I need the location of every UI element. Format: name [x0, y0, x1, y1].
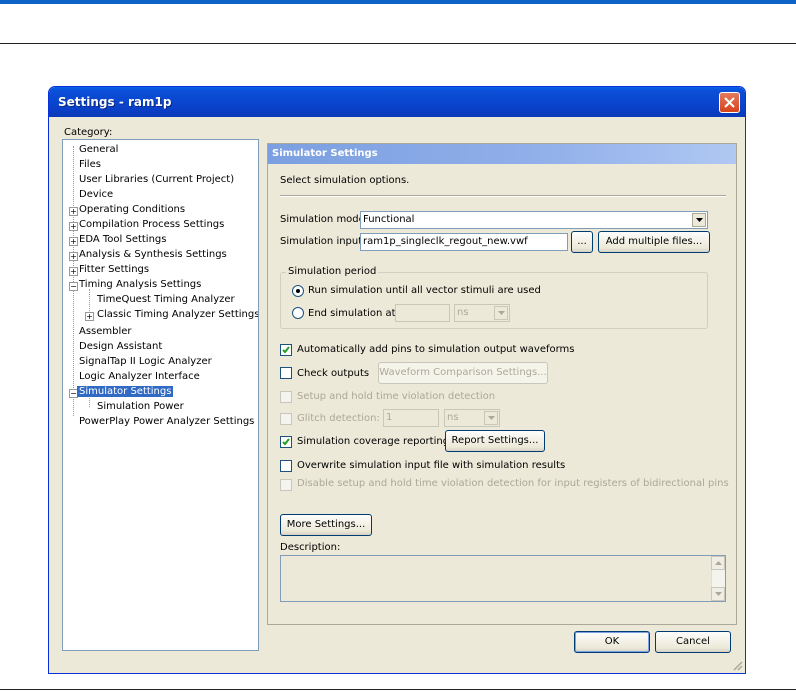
checkmark-icon: [282, 438, 290, 446]
sim-input-label: Simulation input:: [280, 236, 366, 247]
dropdown-arrow-icon: [484, 411, 498, 425]
coverage-reporting-label: Simulation coverage reporting: [297, 436, 450, 447]
setup-hold-label: Setup and hold time violation detection: [297, 391, 496, 402]
sim-mode-value: Functional: [363, 214, 415, 225]
tree-item-signaltap[interactable]: SignalTap II Logic Analyzer: [77, 355, 214, 369]
run-all-label: Run simulation until all vector stimuli …: [308, 285, 541, 296]
coverage-reporting-checkbox[interactable]: [280, 436, 292, 448]
run-all-radio[interactable]: [292, 285, 304, 297]
auto-add-pins-label: Automatically add pins to simulation out…: [297, 344, 575, 355]
auto-add-pins-checkbox[interactable]: [280, 344, 292, 356]
tree-item-assembler[interactable]: Assembler: [77, 325, 134, 339]
panel-header: Simulator Settings: [268, 144, 736, 164]
cancel-button[interactable]: Cancel: [655, 631, 731, 653]
tree-connector-line: [73, 146, 74, 416]
page-top-bar: [0, 0, 796, 4]
tree-item-logic-analyzer-interface[interactable]: Logic Analyzer Interface: [77, 370, 202, 384]
sim-mode-label: Simulation mode:: [280, 214, 369, 225]
page-divider-top: [0, 43, 796, 44]
browse-button[interactable]: ...: [571, 231, 593, 253]
close-icon: [724, 97, 735, 108]
waveform-comparison-button[interactable]: Waveform Comparison Settings...: [378, 362, 548, 384]
tree-item-user-libraries[interactable]: User Libraries (Current Project): [77, 173, 236, 187]
description-box: [280, 555, 726, 602]
window-title: Settings - ram1p: [58, 95, 172, 109]
tree-item-analysis-synthesis[interactable]: Analysis & Synthesis Settings: [77, 248, 229, 262]
sim-input-field[interactable]: ram1p_singleclk_regout_new.vwf: [360, 233, 568, 251]
scroll-up-button[interactable]: [711, 556, 725, 570]
tree-item-simulator-settings[interactable]: Simulator Settings: [77, 385, 174, 399]
disable-setup-hold-checkbox[interactable]: [280, 479, 292, 491]
more-settings-button[interactable]: More Settings...: [280, 514, 372, 536]
category-tree[interactable]: General Files User Libraries (Current Pr…: [62, 139, 259, 651]
glitch-unit-value: ns: [447, 412, 459, 423]
expand-icon[interactable]: +: [85, 312, 94, 321]
close-button[interactable]: [719, 92, 740, 113]
glitch-unit-select[interactable]: ns: [444, 409, 500, 427]
page-divider-bottom: [0, 689, 796, 690]
sim-mode-select[interactable]: Functional: [360, 211, 708, 229]
check-outputs-checkbox[interactable]: [280, 367, 292, 379]
setup-hold-checkbox[interactable]: [280, 391, 292, 403]
category-label: Category:: [64, 127, 113, 138]
title-bar[interactable]: Settings - ram1p: [49, 87, 745, 117]
checkmark-icon: [282, 346, 290, 354]
ok-button[interactable]: OK: [574, 631, 650, 653]
tree-item-files[interactable]: Files: [77, 158, 103, 172]
check-outputs-label: Check outputs: [297, 368, 370, 379]
tree-item-compilation-process[interactable]: Compilation Process Settings: [77, 218, 226, 232]
disable-setup-hold-label: Disable setup and hold time violation de…: [297, 478, 729, 489]
end-at-unit-select[interactable]: ns: [454, 304, 510, 322]
report-settings-button[interactable]: Report Settings...: [445, 430, 545, 452]
glitch-detection-checkbox[interactable]: [280, 413, 292, 425]
intro-text: Select simulation options.: [280, 175, 410, 186]
tree-connector-line: [89, 289, 90, 313]
overwrite-input-label: Overwrite simulation input file with sim…: [297, 460, 566, 471]
tree-item-fitter[interactable]: Fitter Settings: [77, 263, 151, 277]
tree-item-timequest[interactable]: TimeQuest Timing Analyzer: [95, 293, 237, 307]
simulator-settings-panel: Simulator Settings Select simulation opt…: [267, 143, 737, 625]
tree-item-simulation-power[interactable]: Simulation Power: [95, 400, 186, 414]
tree-item-general[interactable]: General: [77, 143, 120, 157]
tree-item-powerplay[interactable]: PowerPlay Power Analyzer Settings: [77, 415, 256, 429]
glitch-detection-label: Glitch detection:: [297, 413, 380, 424]
resize-grip-icon[interactable]: [731, 659, 743, 671]
radio-dot: [296, 289, 300, 293]
tree-item-device[interactable]: Device: [77, 188, 115, 202]
description-scrollbar[interactable]: [711, 556, 725, 601]
settings-dialog: Settings - ram1p Category: General Files…: [48, 86, 746, 674]
tree-item-timing-analysis[interactable]: Timing Analysis Settings: [77, 278, 203, 292]
tree-item-eda-tool[interactable]: EDA Tool Settings: [77, 233, 168, 247]
tree-item-classic-timing[interactable]: Classic Timing Analyzer Settings: [95, 308, 258, 322]
description-label: Description:: [280, 542, 341, 553]
end-at-field[interactable]: [395, 304, 450, 322]
tree-item-operating-conditions[interactable]: Operating Conditions: [77, 203, 187, 217]
end-at-label: End simulation at:: [308, 308, 399, 319]
dropdown-arrow-icon: [494, 306, 508, 320]
glitch-value-field[interactable]: 1: [383, 409, 439, 427]
simulation-period-title: Simulation period: [286, 266, 379, 277]
tree-item-design-assistant[interactable]: Design Assistant: [77, 340, 164, 354]
overwrite-input-checkbox[interactable]: [280, 460, 292, 472]
scroll-down-icon: [714, 592, 722, 596]
separator: [280, 195, 726, 197]
dropdown-arrow-icon: [692, 213, 706, 227]
end-at-radio[interactable]: [292, 307, 304, 319]
scroll-up-icon: [714, 561, 722, 565]
add-multiple-files-button[interactable]: Add multiple files...: [598, 231, 710, 253]
scroll-down-button[interactable]: [711, 587, 725, 601]
end-at-unit-value: ns: [457, 307, 469, 318]
